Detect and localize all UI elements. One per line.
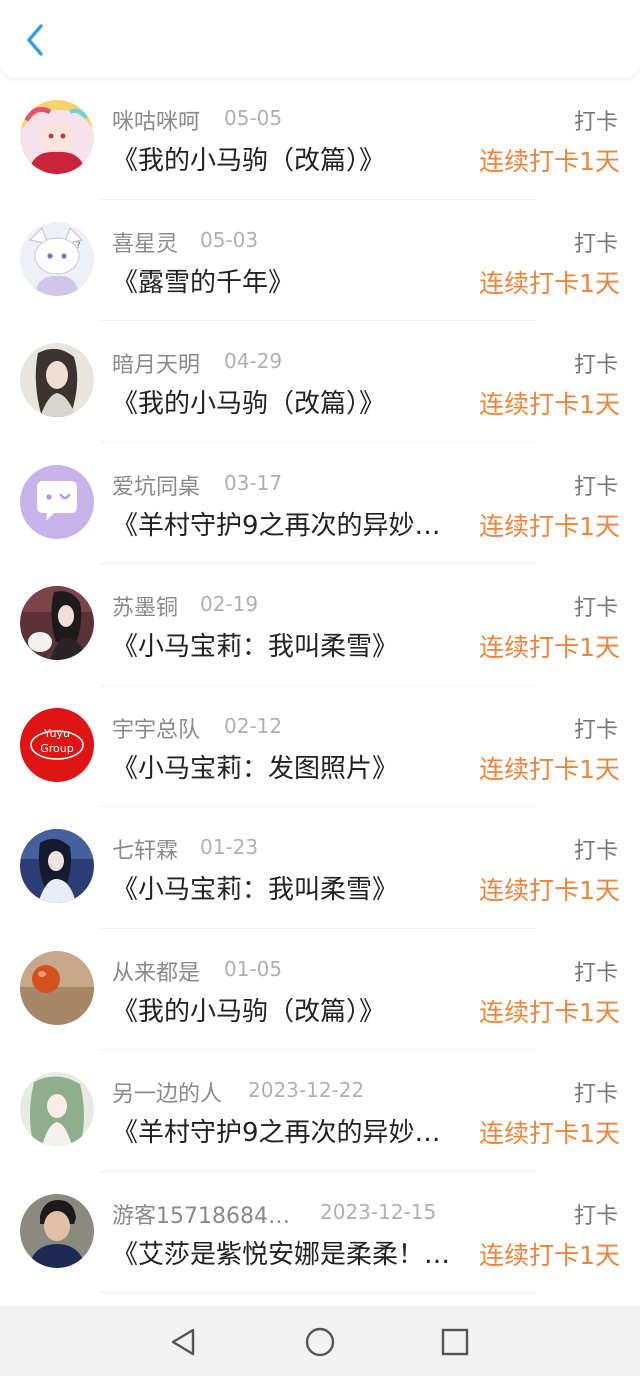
user-name: 游客15718684… (112, 1203, 290, 1229)
checkin-list: 咪咕咪呵 05-05 《我的小马驹（改篇）》 打卡 连续打卡1天 ? 喜星灵 0… (0, 78, 640, 1293)
nav-back-button[interactable] (163, 1322, 203, 1362)
list-item[interactable]: 从来都是 01-05 《我的小马驹（改篇）》 打卡 连续打卡1天 (0, 929, 640, 1050)
post-date: 02-19 (200, 592, 259, 616)
checkin-label: 打卡 (573, 1203, 618, 1229)
book-title[interactable]: 《小马宝莉：我叫柔雪》 (112, 626, 464, 663)
checkin-label: 打卡 (573, 231, 618, 257)
square-recents-icon (441, 1328, 469, 1356)
checkin-label: 打卡 (573, 110, 618, 135)
avatar[interactable] (20, 829, 94, 903)
list-item[interactable]: 爱坑同桌 03-17 《羊村守护9之再次的异妙… 打卡 连续打卡1天 (0, 443, 640, 564)
book-title[interactable]: 《羊村守护9之再次的异妙… (112, 1112, 464, 1149)
avatar[interactable] (20, 464, 94, 539)
streak-label: 连续打卡1天 (479, 1119, 620, 1148)
checkin-label: 打卡 (573, 839, 618, 864)
checkin-label: 打卡 (573, 1082, 618, 1107)
post-date: 05-05 (224, 106, 283, 130)
checkin-label: 打卡 (573, 960, 618, 986)
nav-home-button[interactable] (300, 1322, 340, 1362)
post-date: 05-03 (200, 227, 259, 252)
streak-label: 连续打卡1天 (479, 511, 620, 541)
divider (100, 1292, 536, 1293)
list-item[interactable]: ? 喜星灵 05-03 《露雪的千年》 打卡 连续打卡1天 (0, 200, 640, 321)
book-title[interactable]: 《羊村守护9之再次的异妙… (112, 505, 464, 542)
top-bar (0, 0, 640, 78)
streak-label: 连续打卡1天 (479, 147, 620, 176)
list-item[interactable]: 咪咕咪呵 05-05 《我的小马驹（改篇）》 打卡 连续打卡1天 (0, 78, 640, 200)
chevron-left-icon (27, 24, 43, 56)
list-item[interactable]: 暗月天明 04-29 《我的小马驹（改篇）》 打卡 连续打卡1天 (0, 321, 640, 443)
user-name: 七轩霖 (112, 839, 179, 864)
streak-label: 连续打卡1天 (479, 390, 620, 419)
svg-text:?: ? (76, 241, 81, 251)
avatar[interactable] (20, 343, 94, 417)
avatar[interactable] (20, 586, 94, 660)
back-button[interactable] (14, 18, 56, 62)
user-name: 暗月天明 (112, 353, 201, 378)
user-name: 喜星灵 (112, 231, 179, 257)
post-date: 04-29 (224, 349, 283, 373)
list-item[interactable]: 苏墨铜 02-19 《小马宝莉：我叫柔雪》 打卡 连续打卡1天 (0, 564, 640, 686)
post-date: 2023-12-15 (320, 1199, 437, 1224)
checkin-label: 打卡 (573, 353, 618, 378)
system-nav-bar (0, 1306, 640, 1376)
streak-label: 连续打卡1天 (479, 1240, 620, 1270)
avatar[interactable] (20, 1193, 94, 1268)
streak-label: 连续打卡1天 (479, 268, 620, 298)
book-title[interactable]: 《露雪的千年》 (112, 262, 464, 299)
user-name: 宇宇总队 (112, 717, 201, 743)
list-item[interactable]: 另一边的人 2023-12-22 《羊村守护9之再次的异妙… 打卡 连续打卡1天 (0, 1050, 640, 1172)
post-date: 2023-12-22 (248, 1078, 365, 1102)
avatar[interactable] (20, 100, 94, 174)
post-date: 01-05 (224, 956, 283, 981)
avatar-logo-text: Yuyu Group (40, 726, 74, 755)
book-title[interactable]: 《我的小马驹（改篇）》 (112, 140, 464, 177)
user-name: 苏墨铜 (112, 596, 179, 621)
book-title[interactable]: 《小马宝莉：我叫柔雪》 (112, 869, 464, 906)
user-name: 从来都是 (112, 960, 201, 986)
checkin-label: 打卡 (573, 596, 618, 621)
post-date: 02-12 (224, 713, 283, 738)
avatar[interactable]: Yuyu Group (20, 707, 94, 782)
circle-home-icon (305, 1327, 335, 1357)
checkin-label: 打卡 (573, 717, 618, 743)
nav-recents-button[interactable] (435, 1322, 475, 1362)
user-name: 咪咕咪呵 (112, 110, 201, 135)
streak-label: 连续打卡1天 (479, 876, 620, 905)
streak-label: 连续打卡1天 (479, 633, 620, 662)
book-title[interactable]: 《我的小马驹（改篇）》 (112, 991, 464, 1028)
book-title[interactable]: 《小马宝莉：发图照片》 (112, 748, 464, 785)
checkin-label: 打卡 (573, 474, 618, 500)
post-date: 01-23 (200, 835, 259, 859)
book-title[interactable]: 《我的小马驹（改篇）》 (112, 383, 464, 420)
avatar[interactable] (20, 1072, 94, 1146)
avatar[interactable] (20, 950, 94, 1025)
streak-label: 连续打卡1天 (479, 997, 620, 1027)
book-title[interactable]: 《艾莎是紫悦安娜是柔柔！… (112, 1234, 464, 1271)
streak-label: 连续打卡1天 (479, 754, 620, 784)
user-name: 爱坑同桌 (112, 474, 201, 500)
list-item[interactable]: 七轩霖 01-23 《小马宝莉：我叫柔雪》 打卡 连续打卡1天 (0, 807, 640, 929)
triangle-back-icon (171, 1328, 195, 1356)
avatar[interactable]: ? (20, 221, 94, 296)
user-name: 另一边的人 (112, 1082, 223, 1107)
list-item[interactable]: Yuyu Group 宇宇总队 02-12 《小马宝莉：发图照片》 打卡 连续打… (0, 686, 640, 807)
post-date: 03-17 (224, 470, 283, 495)
list-item[interactable]: 游客15718684… 2023-12-15 《艾莎是紫悦安娜是柔柔！… 打卡 … (0, 1172, 640, 1293)
